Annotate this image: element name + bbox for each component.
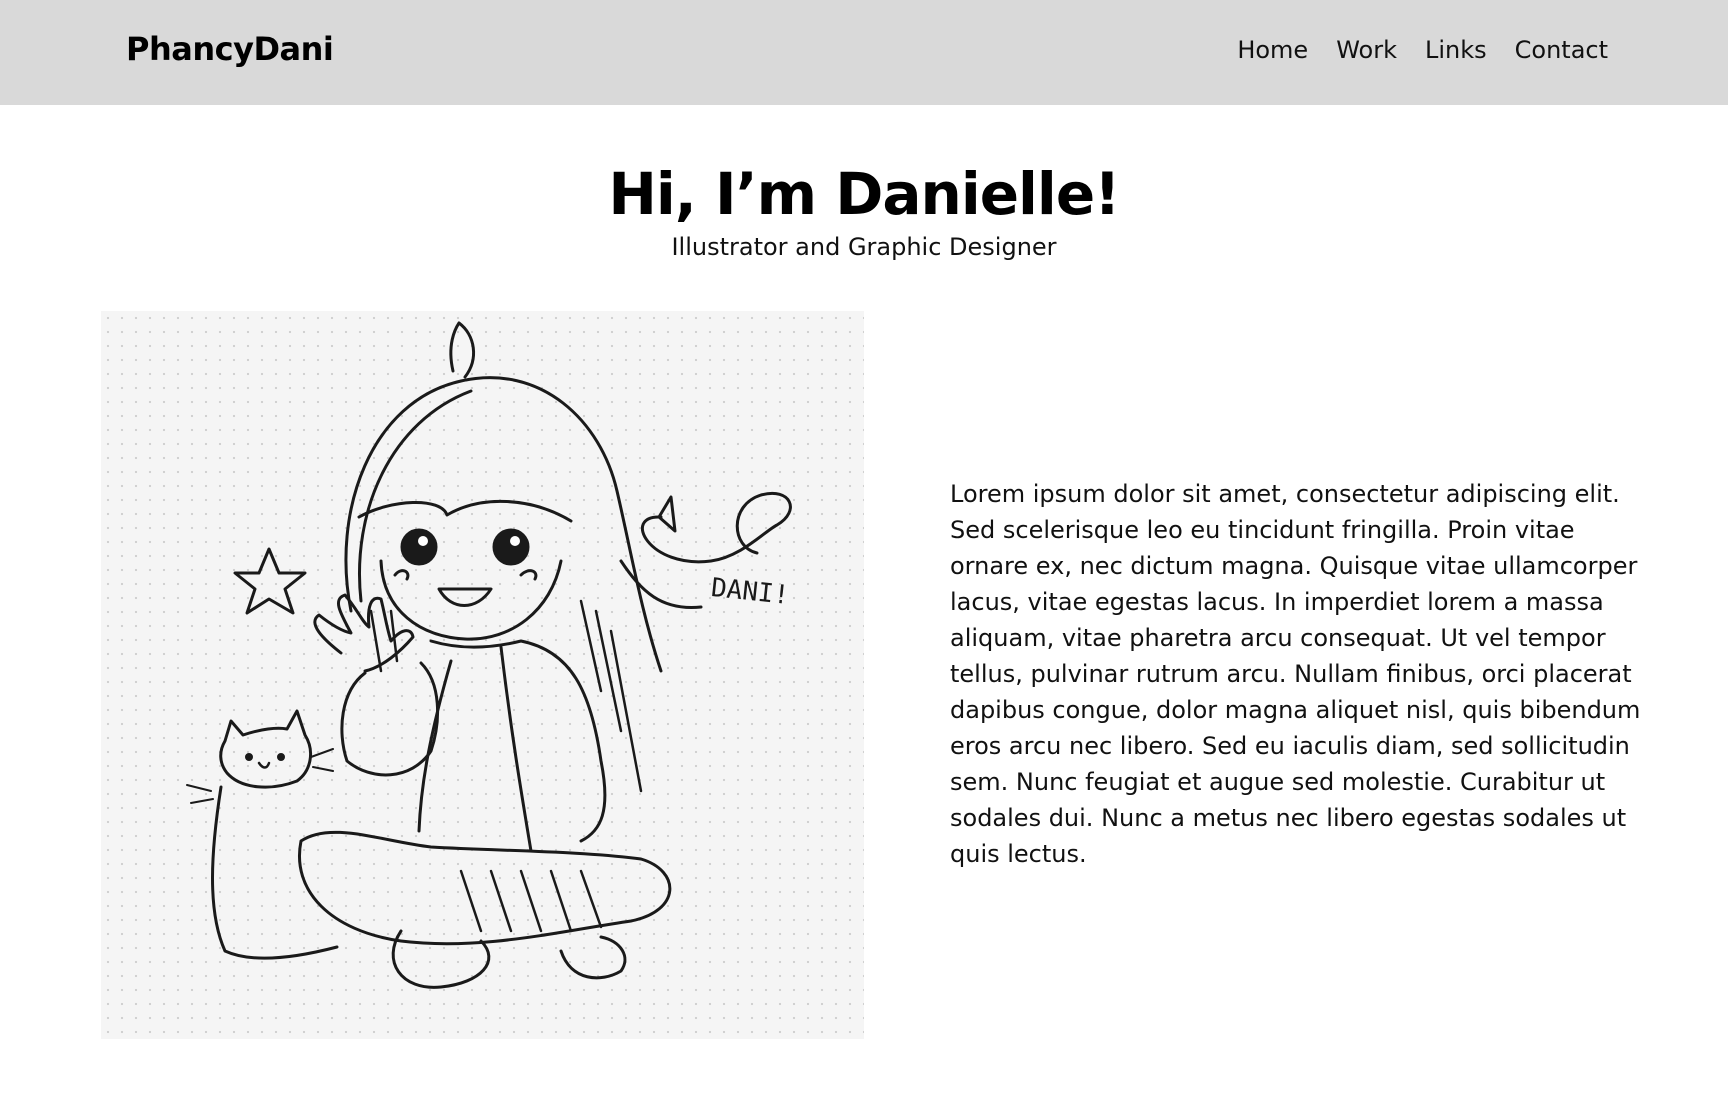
sketch-drawing: DANI!: [186, 321, 792, 989]
top-navbar: PhancyDani Home Work Links Contact: [0, 0, 1728, 105]
nav-link-work[interactable]: Work: [1336, 36, 1397, 64]
waving-hand: [313, 593, 415, 673]
nav-link-links[interactable]: Links: [1425, 36, 1487, 64]
star-doodle: [233, 547, 307, 615]
arm: [340, 661, 440, 777]
glasses: [357, 499, 573, 523]
mouth: [437, 587, 493, 607]
cat-body: [211, 785, 339, 960]
nav-link-contact[interactable]: Contact: [1515, 36, 1608, 64]
page-title: Hi, I’m Danielle!: [608, 160, 1120, 228]
self-portrait-illustration: DANI!: [101, 311, 864, 1039]
hair-ahoge: [449, 321, 476, 379]
cat-head: [219, 709, 313, 789]
page-subtitle: Illustrator and Graphic Designer: [671, 233, 1057, 261]
arrow-loop-doodle: [640, 492, 792, 564]
right-eye: [492, 528, 530, 566]
brand-logo-link[interactable]: PhancyDani: [126, 30, 334, 68]
crossed-legs: [298, 830, 672, 946]
main-nav: Home Work Links Contact: [1237, 36, 1608, 64]
bio-paragraph: Lorem ipsum dolor sit amet, consectetur …: [950, 480, 1641, 868]
torso: [429, 639, 607, 843]
signature-text: DANI!: [710, 573, 791, 611]
left-eye: [400, 528, 438, 566]
nav-link-home[interactable]: Home: [1237, 36, 1308, 64]
